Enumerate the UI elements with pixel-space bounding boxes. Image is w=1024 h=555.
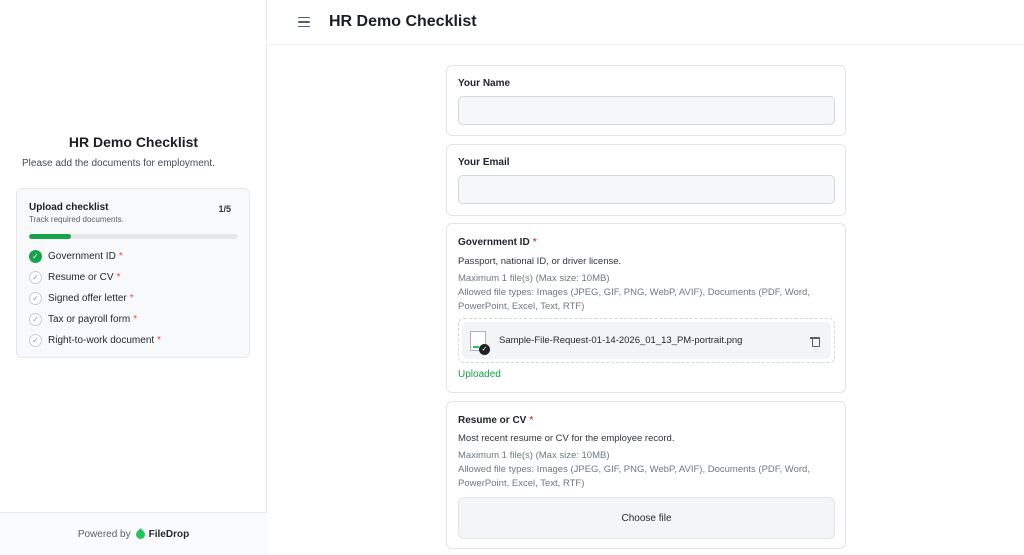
government-id-description: Passport, national ID, or driver license… bbox=[458, 256, 622, 267]
uploaded-file-row: ✓ Sample-File-Request-01-14-2026_01_13_P… bbox=[458, 318, 835, 363]
choose-file-button[interactable]: Choose file bbox=[458, 497, 835, 539]
checklist-count: 1/5 bbox=[218, 204, 231, 214]
checklist-item: ✓ Government ID * bbox=[29, 246, 244, 267]
check-pending-icon: ✓ bbox=[29, 334, 42, 347]
brand-name: FileDrop bbox=[148, 528, 190, 540]
filedrop-logo-icon bbox=[133, 527, 147, 541]
checklist-items: ✓ Government ID * ✓ Resume or CV * ✓ Signed off… bbox=[29, 246, 244, 351]
email-input[interactable] bbox=[458, 175, 835, 204]
check-complete-icon: ✓ bbox=[29, 250, 42, 263]
government-id-card: Government ID * Passport, national ID, or… bbox=[446, 223, 846, 393]
resume-description: Most recent resume or CV for the employe… bbox=[458, 433, 675, 444]
checklist-subtitle: Track required documents. bbox=[29, 215, 124, 224]
sidebar: HR Demo Checklist Please add the documen… bbox=[0, 0, 267, 555]
sidebar-subtitle: Please add the documents for employment. bbox=[22, 158, 215, 169]
required-mark: * bbox=[133, 314, 138, 325]
page-title: HR Demo Checklist bbox=[329, 13, 477, 30]
name-input[interactable] bbox=[458, 96, 835, 125]
check-pending-icon: ✓ bbox=[29, 271, 42, 284]
checklist-item: ✓ Tax or payroll form * bbox=[29, 309, 244, 330]
trash-icon[interactable] bbox=[810, 337, 820, 347]
uploaded-file-name: Sample-File-Request-01-14-2026_01_13_PM-… bbox=[499, 335, 743, 346]
checklist-item: ✓ Right-to-work document * bbox=[29, 330, 244, 351]
powered-by-text: Powered by bbox=[77, 528, 131, 540]
sidebar-title: HR Demo Checklist bbox=[68, 134, 199, 150]
checklist-progress-fill bbox=[29, 234, 71, 239]
email-label: Your Email bbox=[458, 157, 510, 168]
page-header: HR Demo Checklist bbox=[268, 0, 1024, 45]
checklist-item-label: Government ID bbox=[48, 251, 116, 262]
name-card: Your Name bbox=[446, 65, 846, 136]
resume-label-text: Resume or CV bbox=[458, 415, 527, 426]
checklist-item-label: Resume or CV bbox=[48, 272, 114, 283]
required-mark: * bbox=[118, 251, 123, 262]
required-mark: * bbox=[529, 415, 534, 426]
resume-allowed-types: Allowed file types: Images (JPEG, GIF, P… bbox=[458, 464, 810, 489]
government-id-max-files: Maximum 1 file(s) (Max size: 10MB) bbox=[458, 273, 610, 284]
checklist-item-label: Signed offer letter bbox=[48, 293, 127, 304]
check-pending-icon: ✓ bbox=[29, 313, 42, 326]
check-icon: ✓ bbox=[479, 343, 490, 355]
government-id-allowed-types: Allowed file types: Images (JPEG, GIF, P… bbox=[458, 287, 810, 312]
government-id-label-text: Government ID bbox=[458, 237, 530, 248]
uploaded-file: ✓ Sample-File-Request-01-14-2026_01_13_P… bbox=[462, 322, 831, 359]
required-mark: * bbox=[532, 237, 537, 248]
checklist-title: Upload checklist bbox=[29, 202, 109, 213]
checklist-item-label: Right-to-work document bbox=[48, 335, 155, 346]
check-pending-icon: ✓ bbox=[29, 292, 42, 305]
filedrop-brand-link[interactable]: FileDrop bbox=[133, 527, 190, 541]
hamburger-menu-icon[interactable] bbox=[298, 16, 310, 28]
powered-by-footer: Powered by FileDrop bbox=[0, 512, 267, 555]
upload-checklist: Upload checklist Track required document… bbox=[16, 188, 250, 358]
required-mark: * bbox=[157, 335, 162, 346]
checklist-progress-bar bbox=[29, 234, 238, 239]
government-id-label: Government ID * bbox=[458, 237, 537, 248]
checklist-item: ✓ Resume or CV * bbox=[29, 267, 244, 288]
name-label: Your Name bbox=[458, 78, 511, 89]
resume-max-files: Maximum 1 file(s) (Max size: 10MB) bbox=[458, 450, 610, 461]
resume-card: Resume or CV * Most recent resume or CV f… bbox=[446, 401, 846, 549]
required-mark: * bbox=[129, 293, 134, 304]
required-mark: * bbox=[116, 272, 121, 283]
resume-label: Resume or CV * bbox=[458, 415, 533, 426]
file-thumbnail-icon: ✓ bbox=[470, 330, 490, 355]
checklist-item-label: Tax or payroll form bbox=[48, 314, 131, 325]
email-card: Your Email bbox=[446, 144, 846, 216]
checklist-item: ✓ Signed offer letter * bbox=[29, 288, 244, 309]
upload-status: Uploaded bbox=[458, 369, 501, 380]
